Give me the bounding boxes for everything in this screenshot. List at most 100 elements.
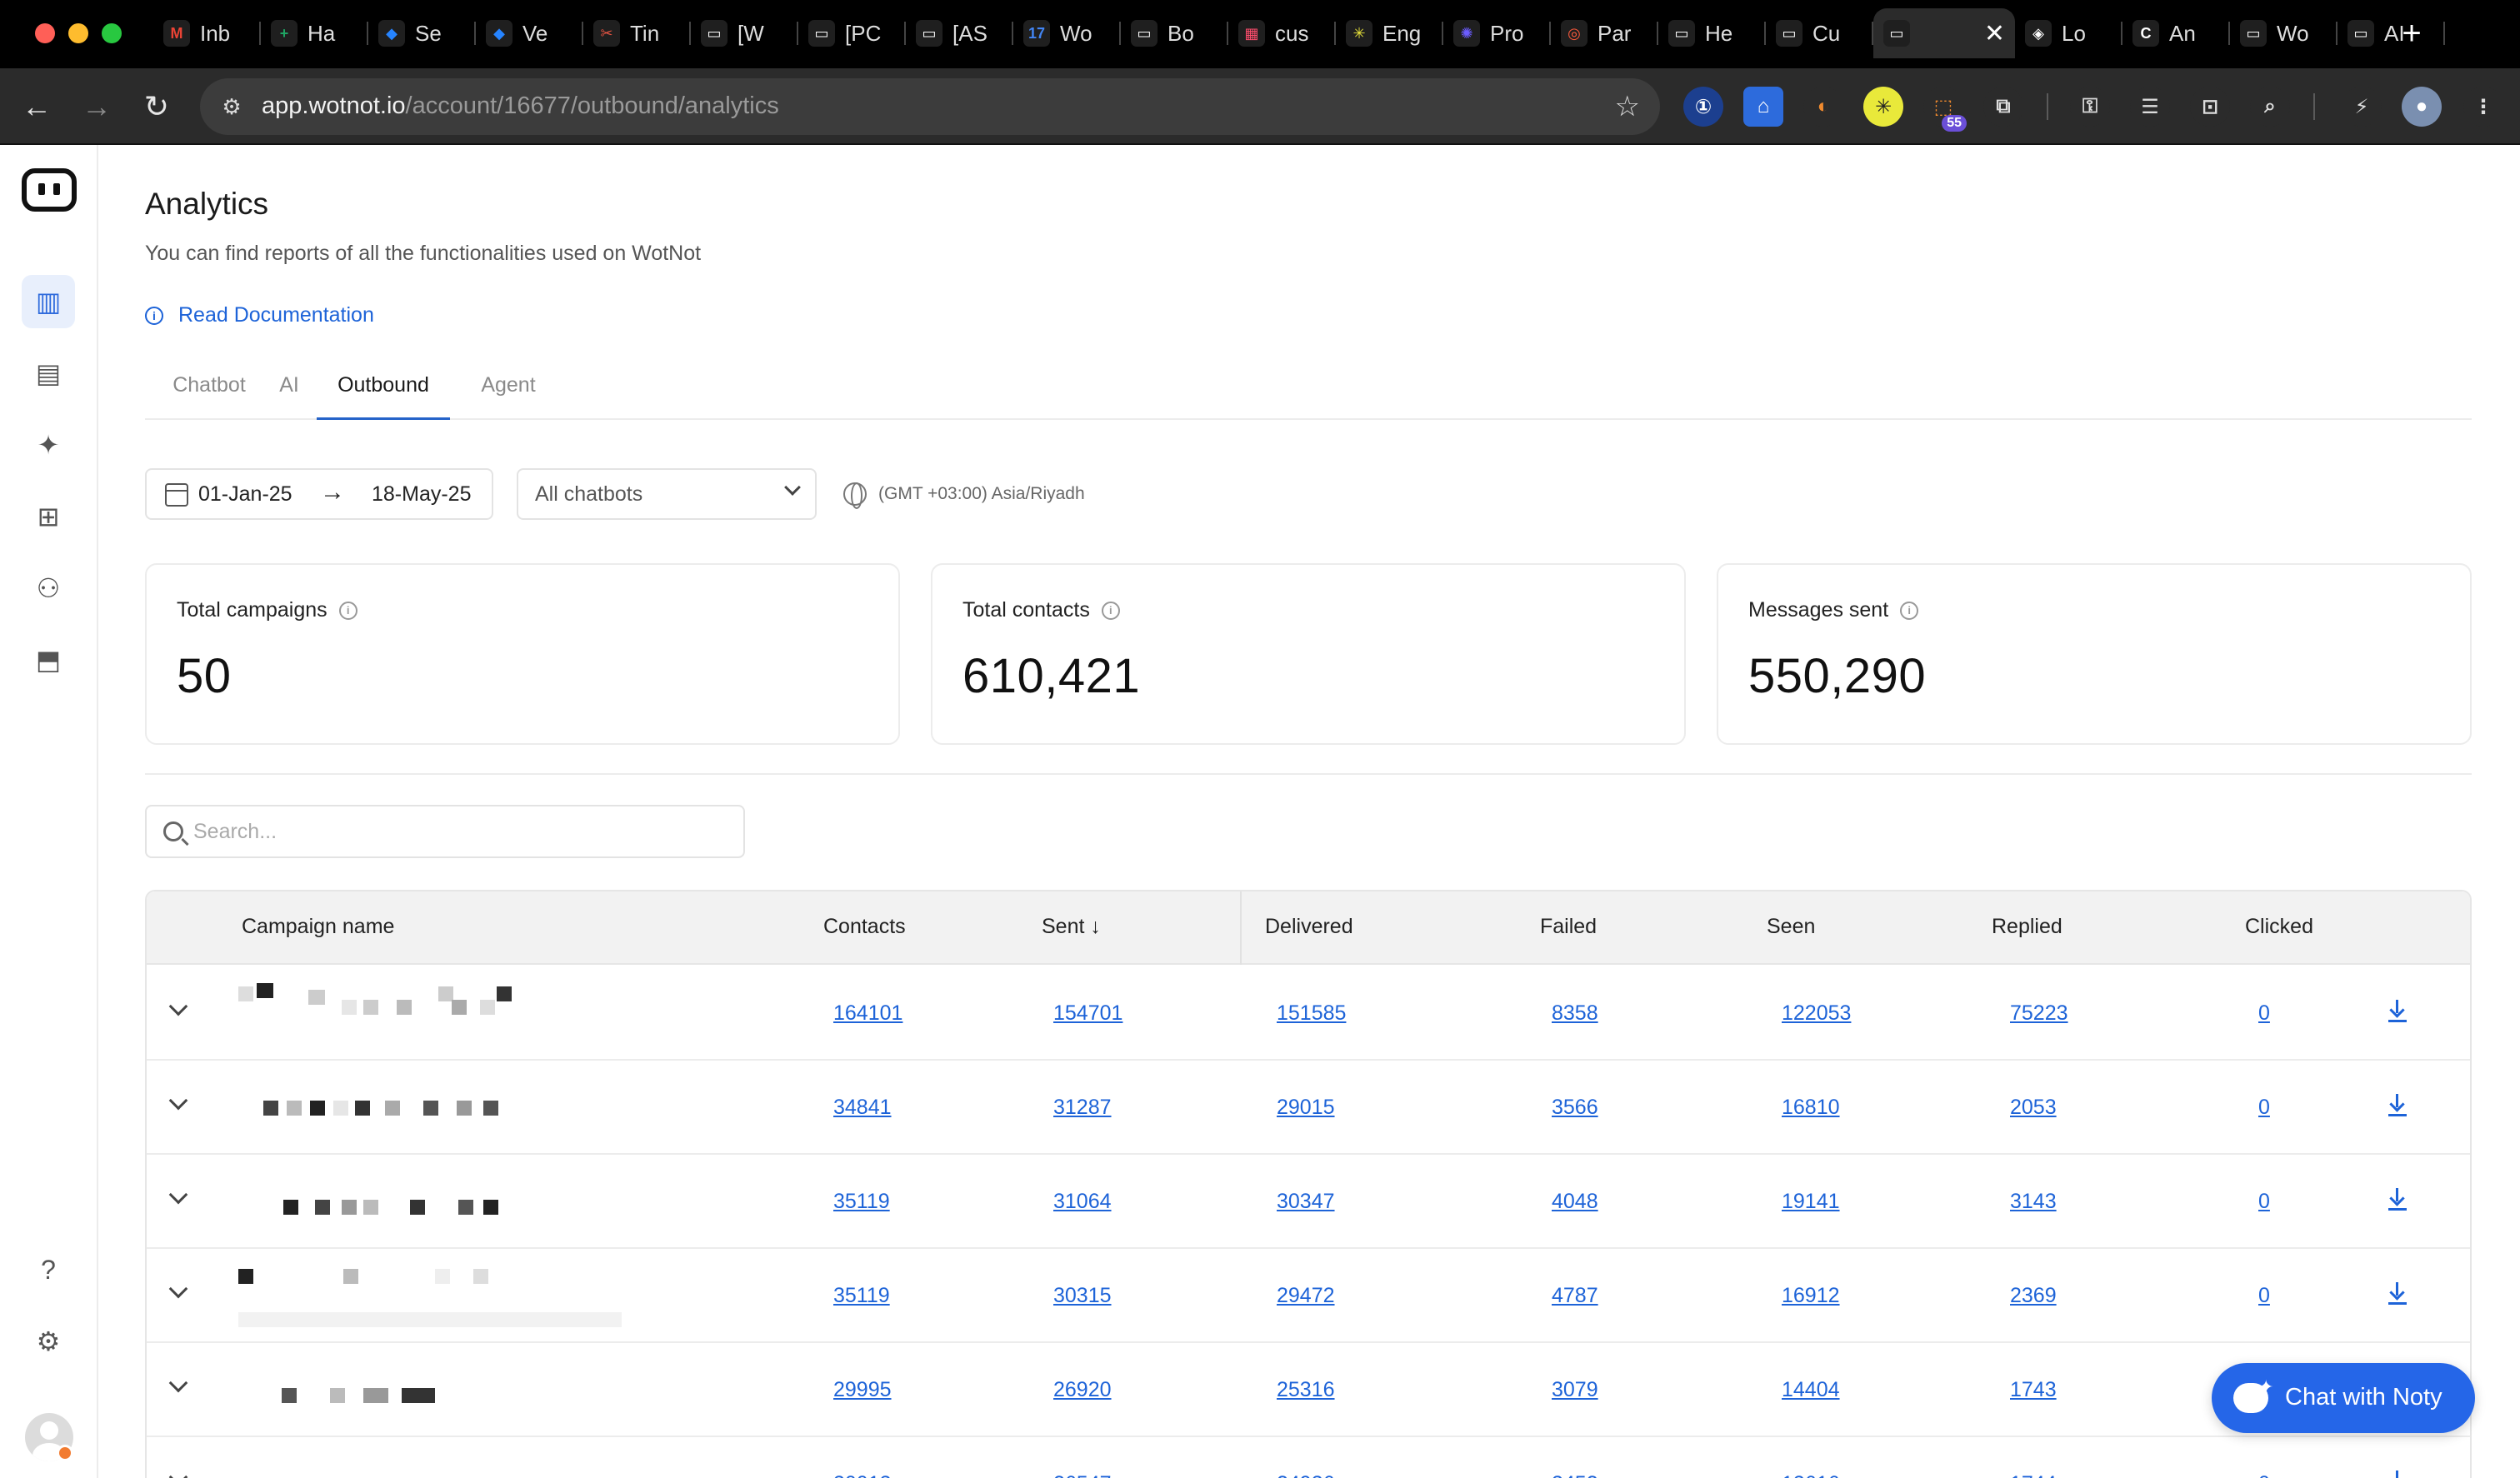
browser-tab[interactable]: ◎ Par <box>1551 8 1658 58</box>
expand-chevron-icon[interactable] <box>168 1091 188 1111</box>
tab-chatbot[interactable]: Chatbot <box>163 372 255 418</box>
download-icon[interactable] <box>2388 1188 2407 1210</box>
analytics-nav-icon[interactable]: ▥ <box>22 275 75 328</box>
browser-tab[interactable]: ▭ Cu <box>1766 8 1873 58</box>
wotnot-logo-icon[interactable] <box>22 168 77 212</box>
header-seen[interactable]: Seen <box>1767 915 1815 939</box>
browser-tab[interactable]: ▭ [W <box>691 8 798 58</box>
cell-clicked-link[interactable]: 0 <box>2258 1284 2270 1308</box>
settings-nav-icon[interactable]: ⚙ <box>22 1315 75 1368</box>
cell-sent-link[interactable]: 26920 <box>1053 1378 1112 1402</box>
browser-tab[interactable]: ▦ cus <box>1228 8 1336 58</box>
maximize-window-button[interactable] <box>102 23 122 43</box>
menu-dots-icon[interactable]: ⋮ <box>2463 87 2503 127</box>
org-chart-nav-icon[interactable]: ⊞ <box>22 490 75 543</box>
cell-seen-link[interactable]: 14404 <box>1782 1378 1840 1402</box>
back-button[interactable]: ← <box>17 87 57 127</box>
info-icon[interactable]: i <box>1900 601 1919 620</box>
cell-delivered-link[interactable]: 25316 <box>1277 1378 1335 1402</box>
tag-extension-icon[interactable]: ⬚ 55 <box>1923 87 1967 132</box>
tab-agent[interactable]: Agent <box>465 372 552 418</box>
expand-chevron-icon[interactable] <box>168 1185 188 1205</box>
chat-with-noty-button[interactable]: ✦ Chat with Noty <box>2212 1363 2475 1433</box>
cell-failed-link[interactable]: 8358 <box>1552 1001 1598 1026</box>
tab-outbound[interactable]: Outbound <box>317 372 450 420</box>
browser-tab[interactable]: ▭ [PC <box>798 8 906 58</box>
cell-failed-link[interactable]: 3452 <box>1552 1472 1598 1478</box>
key-icon[interactable]: ⚿ <box>2070 87 2110 127</box>
cell-replied-link[interactable]: 2053 <box>2010 1096 2057 1120</box>
browser-tab[interactable]: ▭ ✕ <box>1873 8 2015 58</box>
browser-tab[interactable]: ▭ He <box>1658 8 1766 58</box>
close-window-button[interactable] <box>35 23 55 43</box>
cell-clicked-link[interactable]: 0 <box>2258 1096 2270 1120</box>
help-nav-icon[interactable]: ? <box>22 1243 75 1296</box>
cell-failed-link[interactable]: 4048 <box>1552 1190 1598 1214</box>
browser-tab[interactable]: ▭ [AS <box>906 8 1013 58</box>
header-delivered[interactable]: Delivered <box>1265 915 1353 939</box>
cell-sent-link[interactable]: 31064 <box>1053 1190 1112 1214</box>
download-icon[interactable] <box>2388 1282 2407 1304</box>
cell-seen-link[interactable]: 122053 <box>1782 1001 1851 1026</box>
browser-tab[interactable]: ◈ Lo <box>2015 8 2122 58</box>
cell-seen-link[interactable]: 16810 <box>1782 1096 1840 1120</box>
browser-tab[interactable]: ▭ Wo <box>2230 8 2338 58</box>
cell-contacts-link[interactable]: 35119 <box>833 1284 890 1308</box>
browser-tab[interactable]: 17 Wo <box>1013 8 1121 58</box>
bookmark-star-icon[interactable]: ☆ <box>1615 90 1640 123</box>
cell-sent-link[interactable]: 30315 <box>1053 1284 1112 1308</box>
cell-contacts-link[interactable]: 164101 <box>833 1001 902 1026</box>
browser-tab[interactable]: ▭ Bo <box>1121 8 1228 58</box>
cell-seen-link[interactable]: 16912 <box>1782 1284 1840 1308</box>
info-icon[interactable]: i <box>338 601 358 620</box>
cell-replied-link[interactable]: 75223 <box>2010 1001 2068 1026</box>
cell-contacts-link[interactable]: 30013 <box>833 1472 892 1478</box>
expand-chevron-icon[interactable] <box>168 1467 188 1478</box>
expand-chevron-icon[interactable] <box>168 996 188 1016</box>
cell-failed-link[interactable]: 4787 <box>1552 1284 1598 1308</box>
cell-delivered-link[interactable]: 29015 <box>1277 1096 1335 1120</box>
browser-tab[interactable]: + Ha <box>261 8 368 58</box>
header-failed[interactable]: Failed <box>1540 915 1597 939</box>
cell-contacts-link[interactable]: 34841 <box>833 1096 892 1120</box>
profile-avatar-icon[interactable]: ● <box>2402 87 2442 127</box>
chatbot-select[interactable]: All chatbots <box>517 468 817 520</box>
cell-delivered-link[interactable]: 151585 <box>1277 1001 1346 1026</box>
onepassword-extension-icon[interactable]: ① <box>1683 87 1723 127</box>
contacts-nav-icon[interactable]: ⚇ <box>22 562 75 615</box>
minimize-window-button[interactable] <box>68 23 88 43</box>
ai-sparkle-nav-icon[interactable]: ✦ <box>22 418 75 472</box>
reader-icon[interactable]: ☰ <box>2130 87 2170 127</box>
cell-replied-link[interactable]: 2369 <box>2010 1284 2057 1308</box>
bitwarden-extension-icon[interactable]: ⌂ <box>1743 87 1783 127</box>
forward-button[interactable]: → <box>77 87 117 127</box>
download-icon[interactable] <box>2388 1000 2407 1021</box>
integrations-nav-icon[interactable]: ⬒ <box>22 633 75 687</box>
puzzle-extensions-icon[interactable]: ⧉ <box>1983 87 2023 127</box>
cell-seen-link[interactable]: 19141 <box>1782 1190 1840 1214</box>
header-replied[interactable]: Replied <box>1992 915 2062 939</box>
browser-tab[interactable]: ◆ Se <box>368 8 476 58</box>
cell-replied-link[interactable]: 1743 <box>2010 1378 2057 1402</box>
cell-failed-link[interactable]: 3079 <box>1552 1378 1598 1402</box>
site-settings-icon[interactable]: ⚙ <box>217 92 247 122</box>
browser-tab[interactable]: ✺ Pro <box>1443 8 1551 58</box>
cell-replied-link[interactable]: 1744 <box>2010 1472 2057 1478</box>
header-sent[interactable]: Sent ↓ <box>1042 915 1101 939</box>
cell-sent-link[interactable]: 31287 <box>1053 1096 1112 1120</box>
cell-clicked-link[interactable]: 0 <box>2258 1472 2270 1478</box>
header-clicked[interactable]: Clicked <box>2245 915 2313 939</box>
moon-extension-icon[interactable]: ◐ <box>1803 87 1843 127</box>
browser-tab[interactable]: ✂ Tin <box>583 8 691 58</box>
cell-failed-link[interactable]: 3566 <box>1552 1096 1598 1120</box>
cell-seen-link[interactable]: 13616 <box>1782 1472 1840 1478</box>
sparkle-extension-icon[interactable]: ✳ <box>1863 87 1903 127</box>
url-text[interactable]: app.wotnot.io/account/16677/outbound/ana… <box>262 92 779 120</box>
expand-chevron-icon[interactable] <box>168 1279 188 1299</box>
cell-delivered-link[interactable]: 29472 <box>1277 1284 1335 1308</box>
cell-sent-link[interactable]: 154701 <box>1053 1001 1122 1026</box>
cell-contacts-link[interactable]: 35119 <box>833 1190 890 1214</box>
browser-tab[interactable]: ✳ Eng <box>1336 8 1443 58</box>
cell-clicked-link[interactable]: 0 <box>2258 1190 2270 1214</box>
expand-chevron-icon[interactable] <box>168 1373 188 1393</box>
